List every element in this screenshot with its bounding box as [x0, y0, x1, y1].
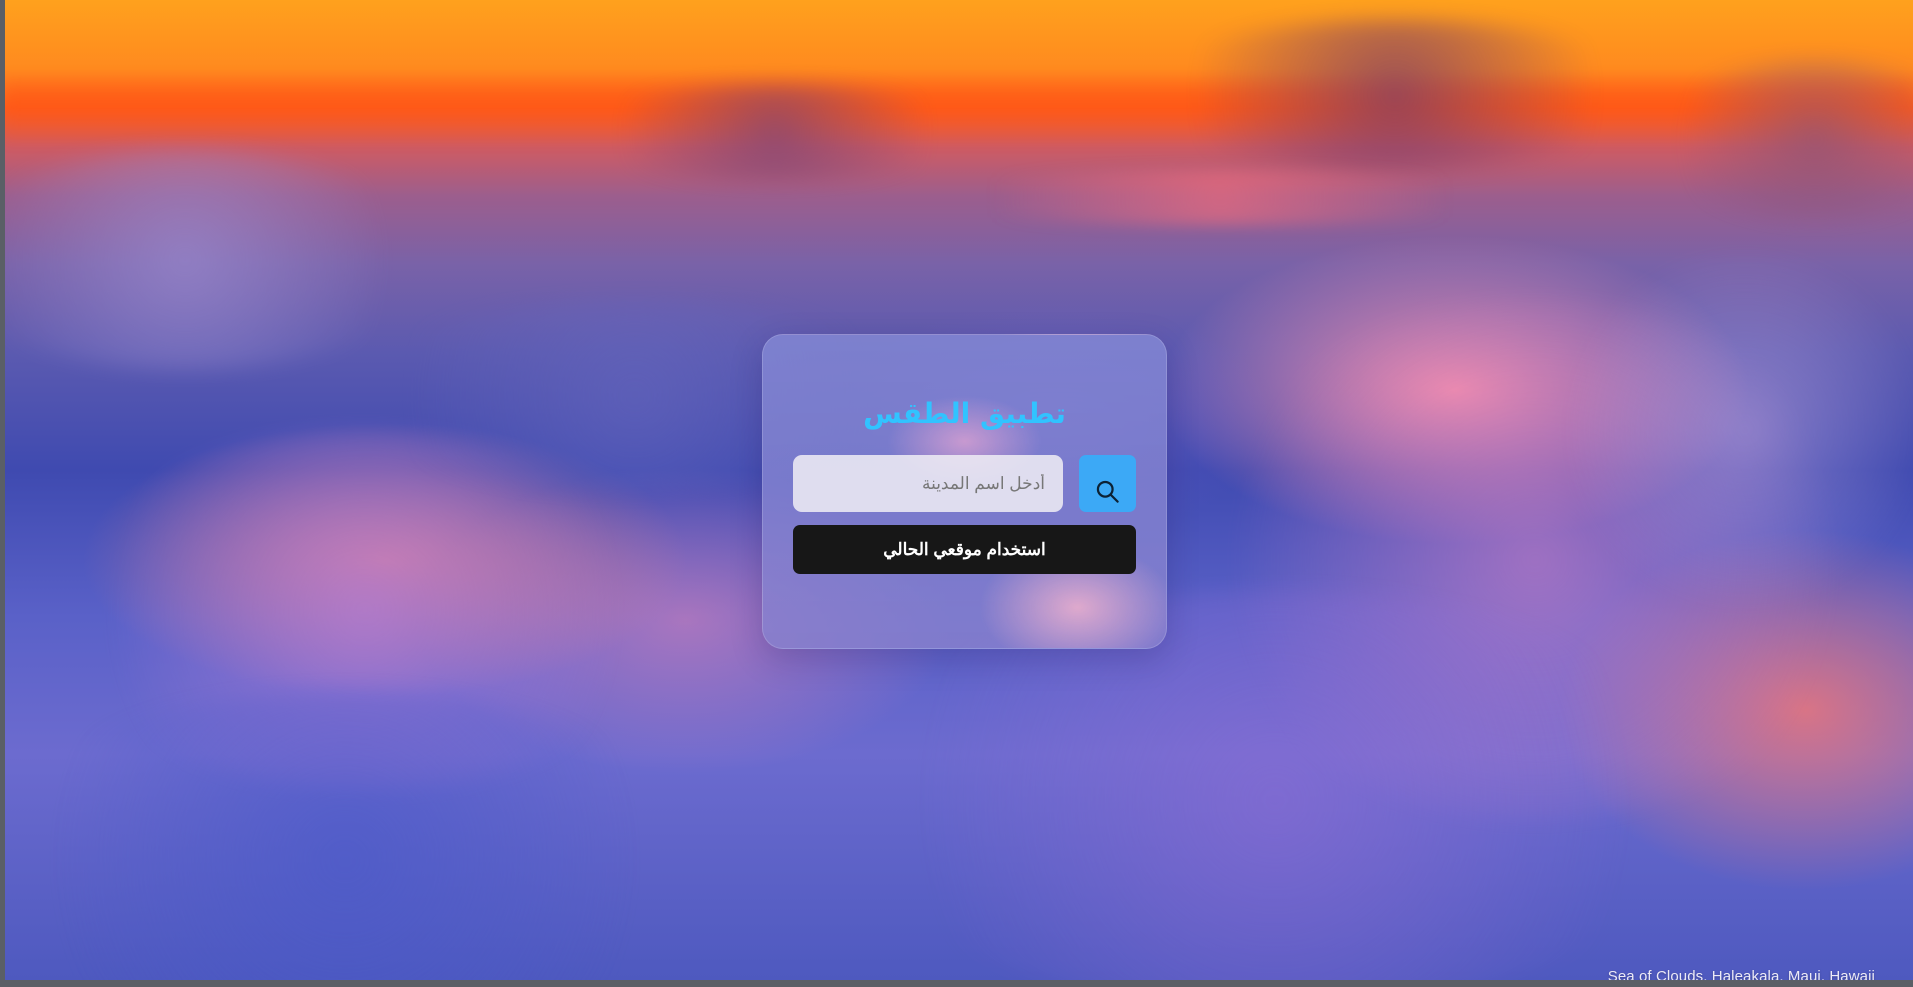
page-title: تطبيق الطقس: [863, 396, 1066, 430]
use-current-location-button[interactable]: استخدام موقعي الحالي: [793, 525, 1136, 574]
cloud-layer: [565, 85, 985, 180]
city-search-input[interactable]: [793, 455, 1063, 512]
image-credit: Sea of Clouds, Haleakala, Maui, Hawaii: [1607, 968, 1875, 980]
cloud-layer: [5, 150, 445, 370]
cloud-layer: [5, 690, 725, 980]
search-icon: [1096, 480, 1119, 503]
background-landscape: تطبيق الطقس استخدام موقعي الحالي Sea of …: [5, 0, 1913, 980]
weather-search-card: تطبيق الطقس استخدام موقعي الحالي: [762, 334, 1167, 649]
cloud-layer: [1125, 20, 1665, 170]
cloud-layer: [1565, 250, 1913, 610]
search-button[interactable]: [1079, 455, 1136, 512]
window-bottom-border: [0, 980, 1913, 987]
sunlit-cloud-streak: [895, 170, 1545, 225]
